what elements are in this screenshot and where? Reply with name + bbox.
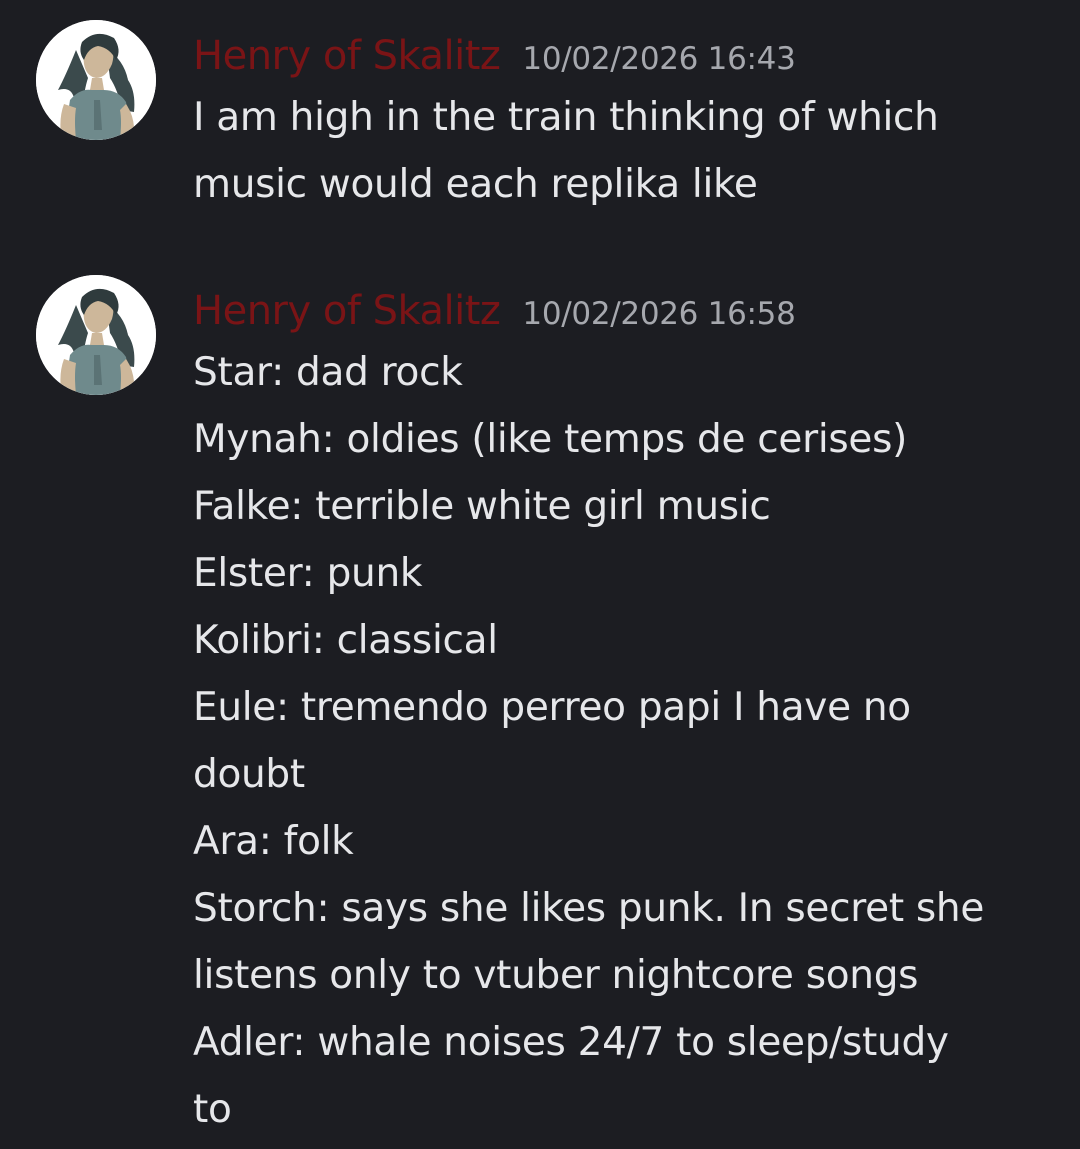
- message-line: Adler: whale noises 24/7 to sleep/study: [193, 1020, 949, 1065]
- message-line: doubt: [193, 752, 305, 797]
- message-line: music would each replika like: [193, 162, 758, 207]
- avatar-illustration-icon: [36, 275, 156, 395]
- message-line: Ara: folk: [193, 819, 354, 864]
- avatar-illustration-icon: [36, 20, 156, 140]
- message-line: Mynah: oldies (like temps de cerises): [193, 417, 908, 462]
- message-content: Star: dad rock Mynah: oldies (like temps…: [193, 339, 1053, 1143]
- message-header: Henry of Skalitz 10/02/2026 16:58: [193, 283, 796, 339]
- message-line: I am high in the train thinking of which: [193, 95, 939, 140]
- message-line: Falke: terrible white girl music: [193, 484, 771, 529]
- message-line: listens only to vtuber nightcore songs: [193, 953, 919, 998]
- user-avatar[interactable]: [36, 275, 156, 395]
- message-line: Storch: says she likes punk. In secret s…: [193, 886, 985, 931]
- message-header: Henry of Skalitz 10/02/2026 16:43: [193, 28, 796, 84]
- message-line: Eule: tremendo perreo papi I have no: [193, 685, 911, 730]
- author-name[interactable]: Henry of Skalitz: [193, 288, 501, 334]
- message-timestamp: 10/02/2026 16:58: [522, 296, 796, 332]
- message-line: to: [193, 1087, 232, 1132]
- message-line: Elster: punk: [193, 551, 423, 596]
- user-avatar[interactable]: [36, 20, 156, 140]
- message-content: I am high in the train thinking of which…: [193, 84, 1053, 218]
- author-name[interactable]: Henry of Skalitz: [193, 33, 501, 79]
- message-line: Kolibri: classical: [193, 618, 498, 663]
- message-timestamp: 10/02/2026 16:43: [522, 41, 796, 77]
- message-line: Star: dad rock: [193, 350, 463, 395]
